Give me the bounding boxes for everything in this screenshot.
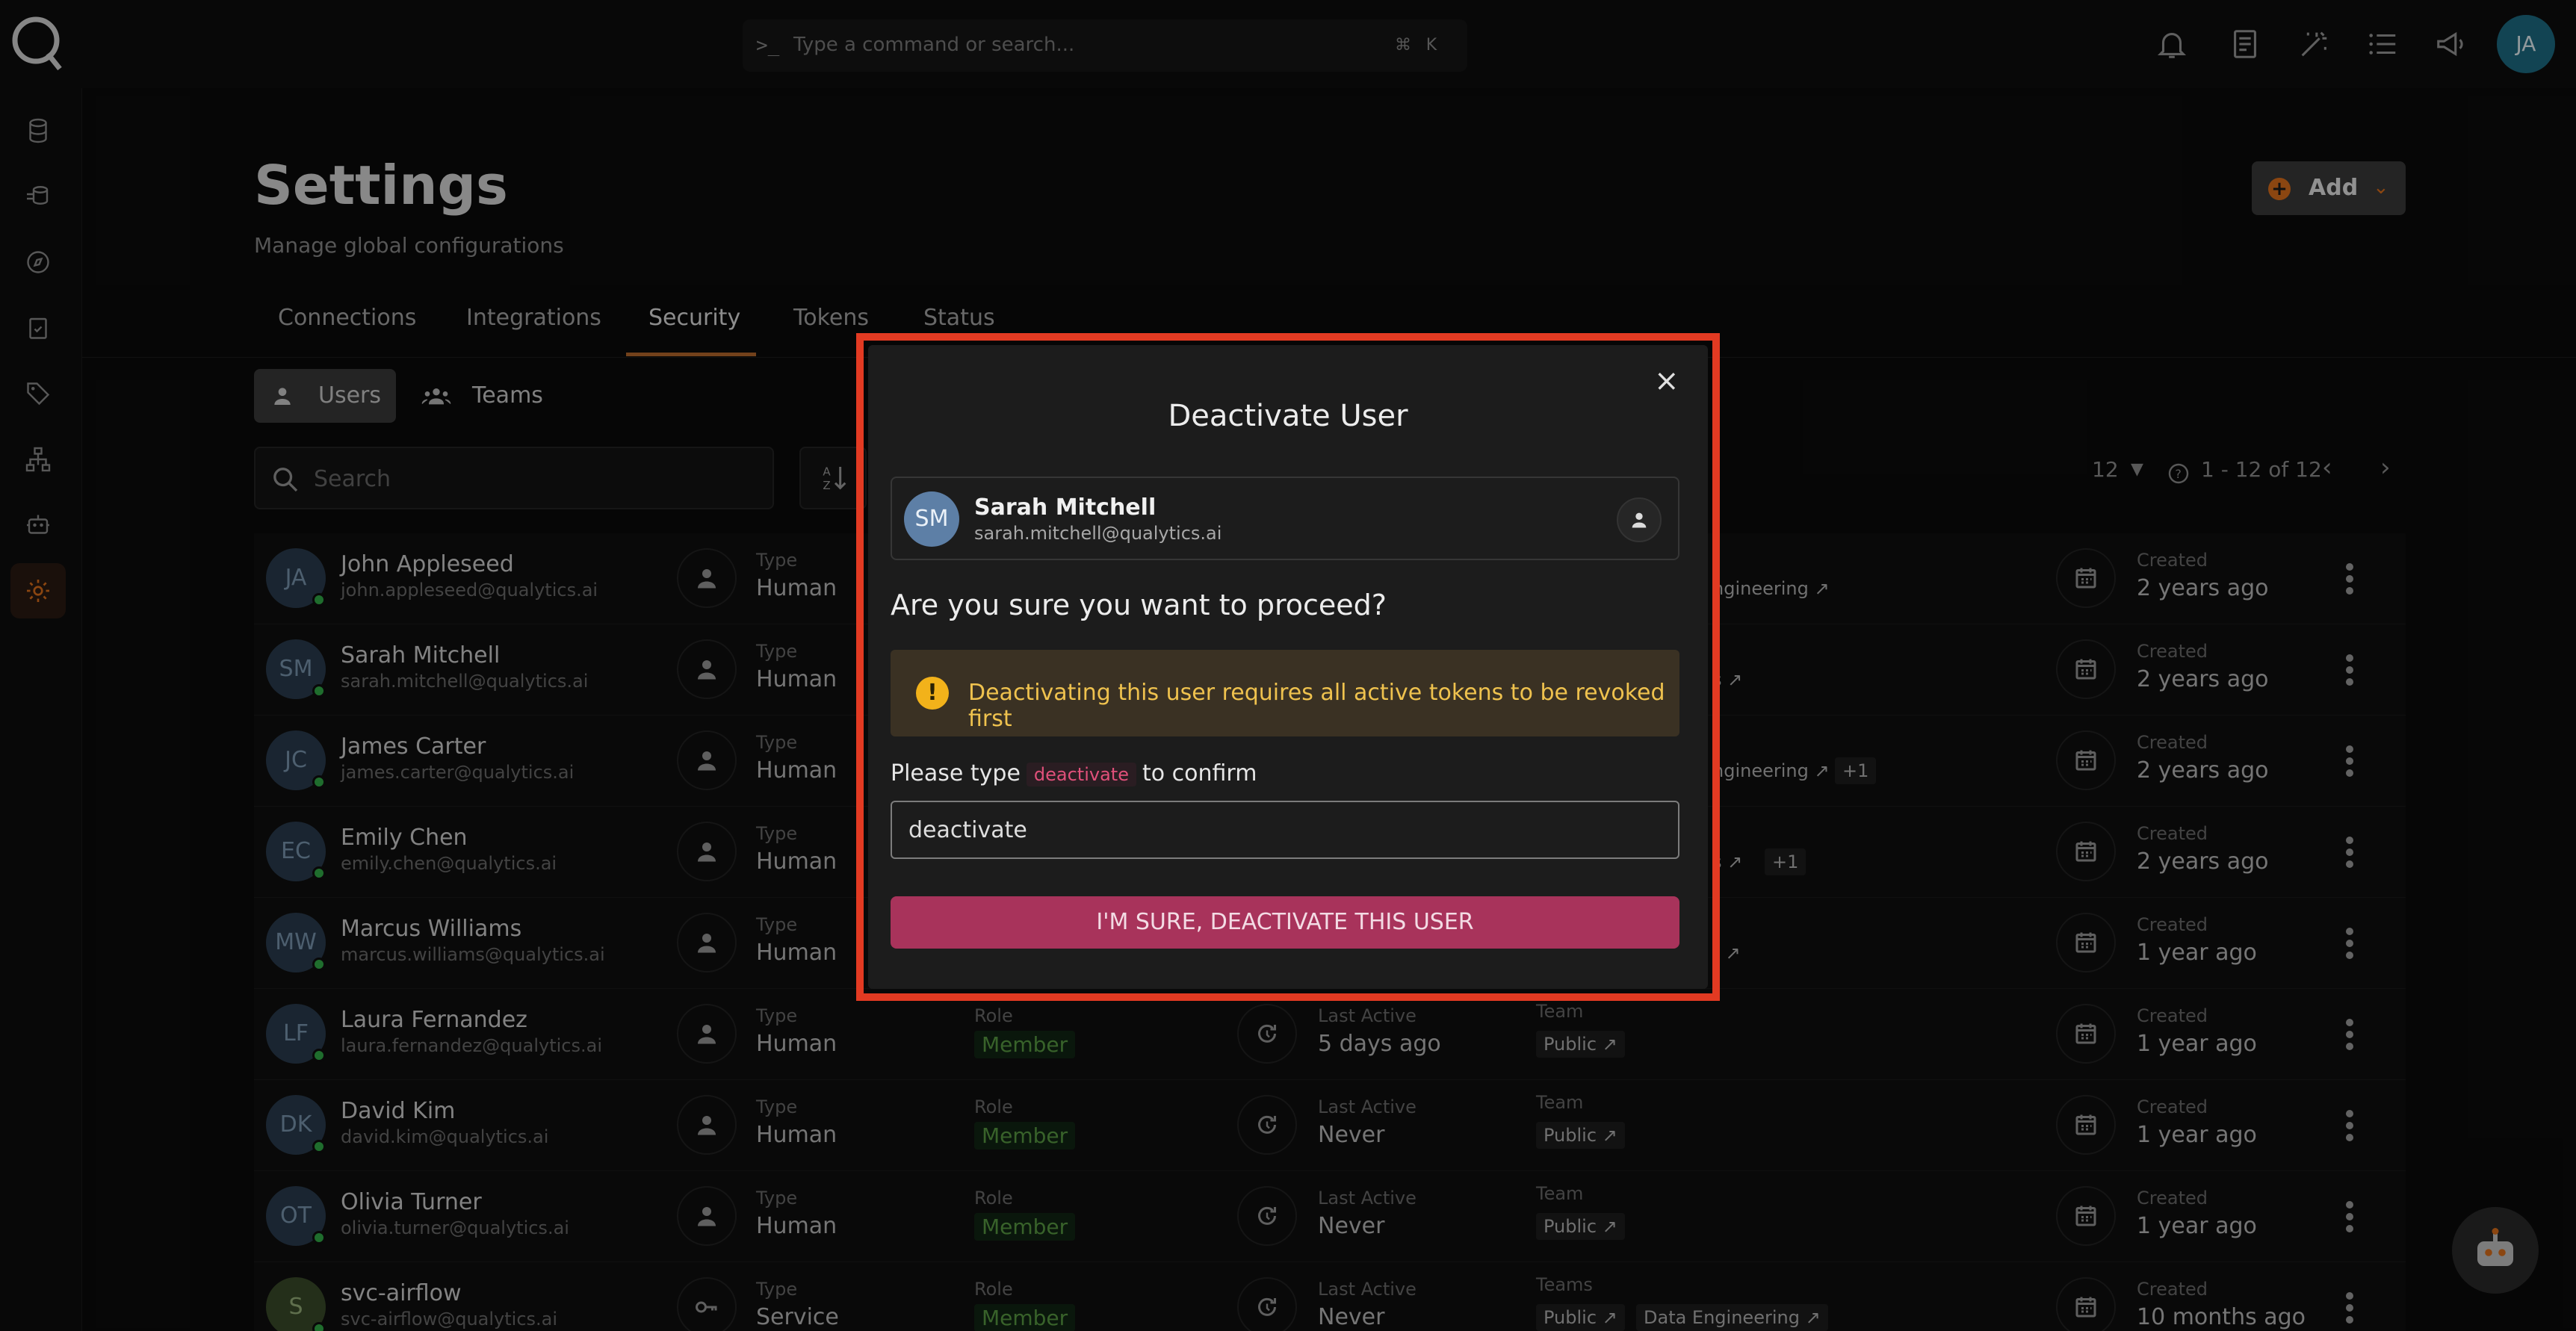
confirm-text-value: deactivate [908,817,1027,843]
confirm-instructions: Please type deactivate to confirm [891,760,1257,786]
user-card: SM Sarah Mitchell sarah.mitchell@qualyti… [891,477,1679,560]
close-icon[interactable]: × [1654,366,1679,396]
confirm-keyword: deactivate [1026,763,1136,786]
confirmation-question: Are you sure you want to proceed? [891,589,1387,621]
warning-alert: ! Deactivating this user requires all ac… [891,650,1679,736]
person-icon [1632,512,1647,528]
avatar: SM [904,491,959,547]
confirm-prefix: Please type [891,760,1021,786]
user-email: sarah.mitchell@qualytics.ai [974,523,1222,544]
warning-text: Deactivating this user requires all acti… [968,680,1665,732]
user-name: Sarah Mitchell [974,494,1157,521]
warning-icon: ! [916,677,949,710]
confirm-text-field[interactable]: deactivate [891,801,1679,859]
user-type-badge [1617,497,1662,542]
confirm-suffix: to confirm [1142,760,1257,786]
dialog-title: Deactivate User [1168,399,1408,433]
deactivate-user-dialog: × Deactivate User SM Sarah Mitchell sara… [868,345,1708,989]
deactivate-confirm-button[interactable]: I'M SURE, DEACTIVATE THIS USER [891,896,1679,949]
